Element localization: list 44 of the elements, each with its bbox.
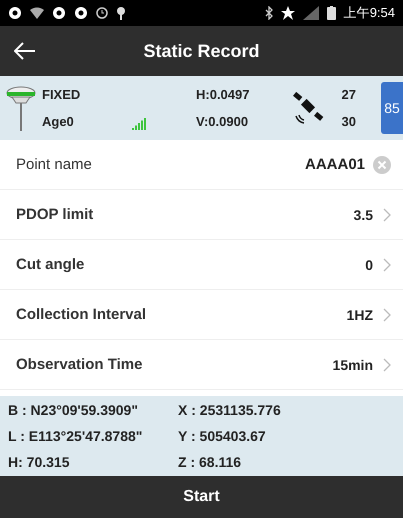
coordinate-value: Z : 68.116 bbox=[178, 454, 242, 470]
satellites-used: 27 bbox=[342, 87, 356, 102]
battery-icon bbox=[326, 6, 336, 20]
battery-level: 85 bbox=[381, 82, 403, 134]
setting-label: Observation Time bbox=[16, 356, 144, 373]
horizontal-precision: H:0.0497 bbox=[196, 87, 250, 102]
setting-label: Point name bbox=[16, 156, 93, 173]
satellites-visible: 30 bbox=[342, 114, 356, 129]
setting-value[interactable]: 15min bbox=[332, 356, 373, 372]
coordinate-value: Y : 505403.67 bbox=[178, 428, 267, 444]
gnss-receiver-icon bbox=[6, 85, 36, 131]
correction-age: Age0 bbox=[42, 114, 75, 129]
chevron-right-icon bbox=[383, 258, 391, 272]
status-circle-icon bbox=[8, 6, 22, 20]
solution-status: FIXED bbox=[42, 87, 82, 102]
clock-icon bbox=[96, 7, 108, 19]
chevron-right-icon bbox=[383, 208, 391, 222]
cell-signal-icon bbox=[302, 6, 319, 20]
coordinate-value: X : 2531135.776 bbox=[178, 402, 282, 418]
start-button[interactable]: Start bbox=[0, 476, 403, 518]
setting-value[interactable]: 1HZ bbox=[346, 306, 373, 322]
setting-value[interactable]: 3.5 bbox=[354, 206, 373, 222]
back-arrow-icon bbox=[14, 42, 36, 60]
bluetooth-icon bbox=[264, 6, 273, 20]
signal-bars-icon bbox=[132, 118, 146, 130]
setting-value[interactable]: 0 bbox=[365, 256, 373, 272]
coordinate-value: B : N23°09'59.3909" bbox=[8, 402, 139, 418]
location-pin-icon bbox=[116, 6, 126, 20]
coordinate-value: L : E113°25'47.8788" bbox=[8, 428, 144, 444]
setting-label: Collection Interval bbox=[16, 306, 148, 323]
setting-label: PDOP limit bbox=[16, 206, 94, 223]
point-name-field[interactable]: AAAA01 bbox=[265, 156, 365, 173]
wifi-icon bbox=[30, 7, 44, 19]
status-time: 上午9:54 bbox=[344, 4, 395, 22]
vertical-precision: V:0.0900 bbox=[196, 114, 250, 129]
satellite-icon bbox=[292, 90, 326, 126]
setting-label: Cut angle bbox=[16, 256, 86, 273]
star-icon bbox=[280, 6, 295, 20]
status-circle-icon bbox=[74, 6, 88, 20]
screen-title: Static Record bbox=[143, 40, 260, 60]
chevron-right-icon bbox=[383, 358, 391, 372]
status-circle-icon bbox=[52, 6, 66, 20]
chevron-right-icon bbox=[383, 308, 391, 322]
coordinate-value: H: 70.315 bbox=[8, 454, 70, 470]
